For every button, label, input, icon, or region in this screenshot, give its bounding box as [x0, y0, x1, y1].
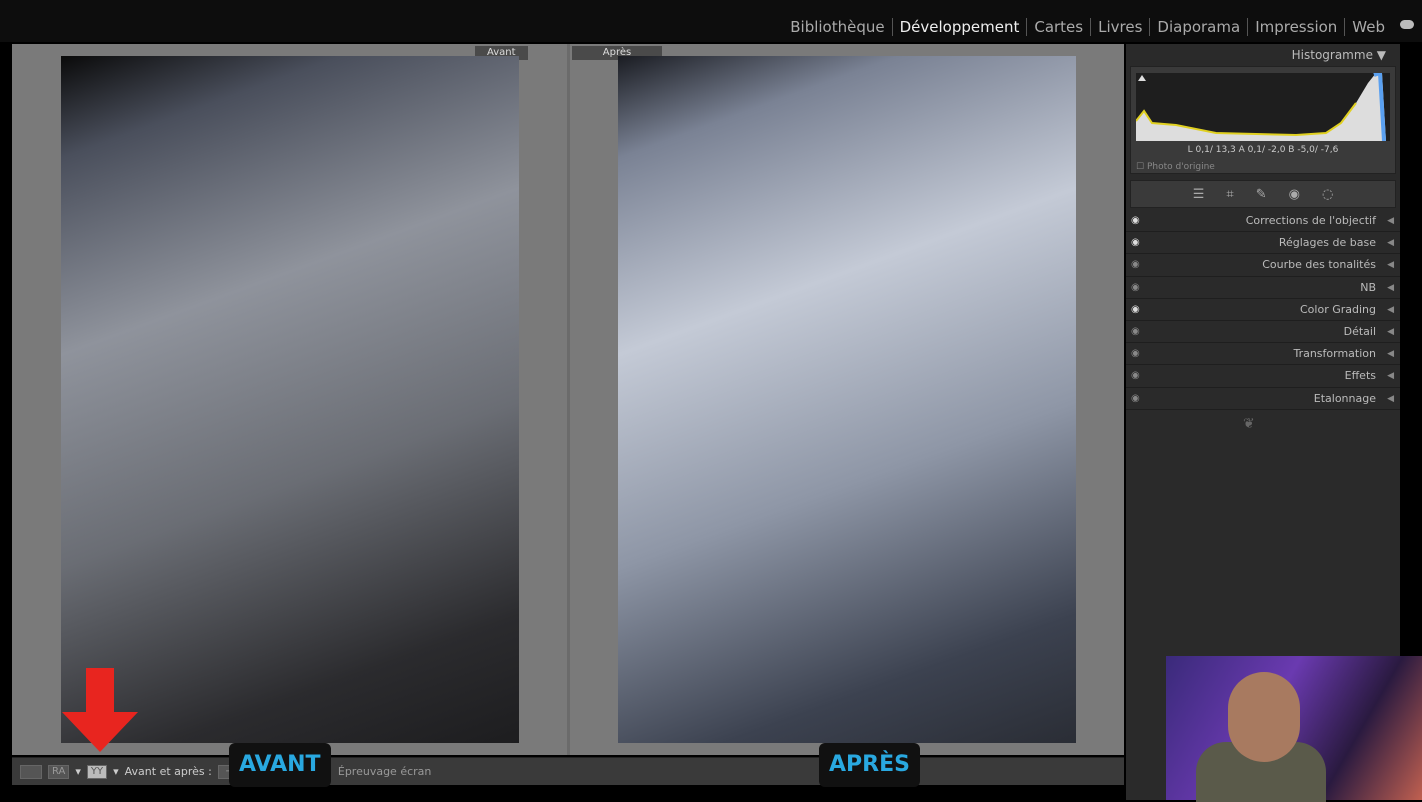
module-5[interactable]: Impression — [1248, 18, 1346, 36]
eye-icon[interactable]: ◉ — [1131, 343, 1140, 365]
panel-header[interactable]: ◉ Courbe des tonalités ◀ — [1126, 254, 1400, 277]
collapse-triangle-icon: ◀ — [1387, 238, 1394, 249]
panel-header[interactable]: ◉ Etalonnage ◀ — [1126, 388, 1400, 410]
eye-icon[interactable]: ◉ — [1131, 299, 1140, 321]
panel-list: ◉ Corrections de l'objectif ◀ ◉ Réglages de … — [1126, 210, 1400, 410]
module-3[interactable]: Livres — [1091, 18, 1151, 36]
panel-label: Etalonnage — [1313, 391, 1376, 405]
panel-header[interactable]: ◉ Effets ◀ — [1126, 365, 1400, 388]
mask-icon[interactable]: ◌ — [1322, 187, 1333, 202]
panel-label: NB — [1360, 280, 1376, 294]
collapse-triangle-icon: ◀ — [1387, 260, 1394, 271]
before-photo[interactable] — [61, 56, 519, 743]
histogram-title[interactable]: Histogramme ▼ — [1292, 48, 1386, 62]
before-after-label: Avant et après : — [124, 765, 212, 778]
before-after-view: Avant Après — [12, 44, 1124, 755]
histogram-graph[interactable] — [1136, 73, 1390, 141]
webcam-overlay — [1166, 656, 1422, 802]
panel-label: Transformation — [1293, 347, 1376, 361]
collapse-triangle-icon: ◀ — [1387, 216, 1394, 226]
after-photo[interactable] — [618, 56, 1076, 743]
bottom-toolbar: RA▾ YY▾ Avant et après : → Épreuvage écr… — [12, 757, 1124, 785]
panel-header[interactable]: ◉ NB ◀ — [1126, 277, 1400, 299]
original-photo-checkbox[interactable]: ☐ Photo d'origine — [1136, 162, 1215, 172]
eye-icon[interactable]: ◉ — [1131, 388, 1140, 410]
module-picker: Bibliothèque Développement Cartes Livres Dia… — [783, 18, 1392, 36]
heal-icon[interactable]: ✎ — [1256, 187, 1267, 202]
panel-header[interactable]: ◉ Transformation ◀ — [1126, 343, 1400, 366]
panel-label: Courbe des tonalités — [1262, 258, 1376, 272]
module-4[interactable]: Diaporama — [1150, 18, 1249, 36]
collapse-triangle-icon: ◀ — [1387, 326, 1394, 337]
panel-end-ornament: ❦ — [1243, 416, 1255, 432]
panel-label: Détail — [1343, 324, 1376, 338]
lab-readout: L 0,1/ 13,3 A 0,1/ -2,0 B -5,0/ -7,6 — [1187, 145, 1339, 155]
dropdown-icon[interactable]: ▾ — [113, 765, 119, 778]
dropdown-icon[interactable]: ▾ — [75, 765, 81, 778]
module-1[interactable]: Développement — [893, 18, 1028, 36]
after-caption: APRÈS — [819, 743, 920, 787]
module-6[interactable]: Web — [1345, 18, 1392, 36]
module-2[interactable]: Cartes — [1027, 18, 1092, 36]
soft-proofing-label[interactable]: Épreuvage écran — [338, 765, 432, 778]
before-caption: AVANT — [229, 743, 331, 787]
eye-icon[interactable]: ◉ — [1131, 277, 1140, 299]
tool-strip: ☰ ⌗ ✎ ◉ ◌ — [1130, 180, 1396, 208]
collapse-triangle-icon: ◀ — [1387, 304, 1394, 315]
module-0[interactable]: Bibliothèque — [783, 18, 893, 36]
cloud-icon[interactable] — [1400, 20, 1414, 29]
before-after-lr-button[interactable]: RA — [48, 764, 70, 779]
histogram-title-text: Histogramme — [1291, 48, 1373, 62]
red-arrow-icon — [62, 668, 138, 752]
redeye-icon[interactable]: ◉ — [1289, 187, 1300, 202]
eye-icon[interactable]: ◉ — [1131, 210, 1140, 232]
collapse-triangle-icon: ◀ — [1387, 282, 1394, 293]
eye-icon[interactable]: ◉ — [1131, 321, 1140, 343]
panel-header[interactable]: ◉ Détail ◀ — [1126, 321, 1400, 344]
presenter-face — [1228, 672, 1300, 762]
panel-header[interactable]: ◉ Corrections de l'objectif ◀ — [1126, 210, 1400, 233]
crop-icon[interactable]: ⌗ — [1226, 187, 1233, 202]
before-after-split-button[interactable]: YY — [86, 764, 108, 779]
collapse-triangle-icon: ◀ — [1387, 393, 1394, 404]
eye-icon[interactable]: ◉ — [1131, 232, 1140, 254]
panel-label: Color Grading — [1300, 302, 1376, 316]
panel-label: Réglages de base — [1278, 236, 1376, 250]
panel-label: Corrections de l'objectif — [1245, 214, 1376, 227]
after-pane: Après — [570, 44, 1124, 755]
panel-header[interactable]: ◉ Color Grading ◀ — [1126, 299, 1400, 321]
collapse-triangle-icon: ◀ — [1387, 371, 1394, 382]
loupe-view-button[interactable] — [20, 764, 42, 779]
panel-label: Effets — [1344, 369, 1376, 383]
top-bar: Bibliothèque Développement Cartes Livres Dia… — [0, 0, 1422, 42]
sliders-icon[interactable]: ☰ — [1193, 187, 1205, 202]
panel-header[interactable]: ◉ Réglages de base ◀ — [1126, 232, 1400, 255]
eye-icon[interactable]: ◉ — [1131, 365, 1140, 387]
original-photo-label: Photo d'origine — [1146, 162, 1215, 172]
eye-icon[interactable]: ◉ — [1131, 254, 1140, 276]
before-pane: Avant — [12, 44, 567, 755]
histogram: L 0,1/ 13,3 A 0,1/ -2,0 B -5,0/ -7,6 ☐ P… — [1130, 66, 1396, 174]
collapse-triangle-icon: ◀ — [1387, 349, 1394, 360]
